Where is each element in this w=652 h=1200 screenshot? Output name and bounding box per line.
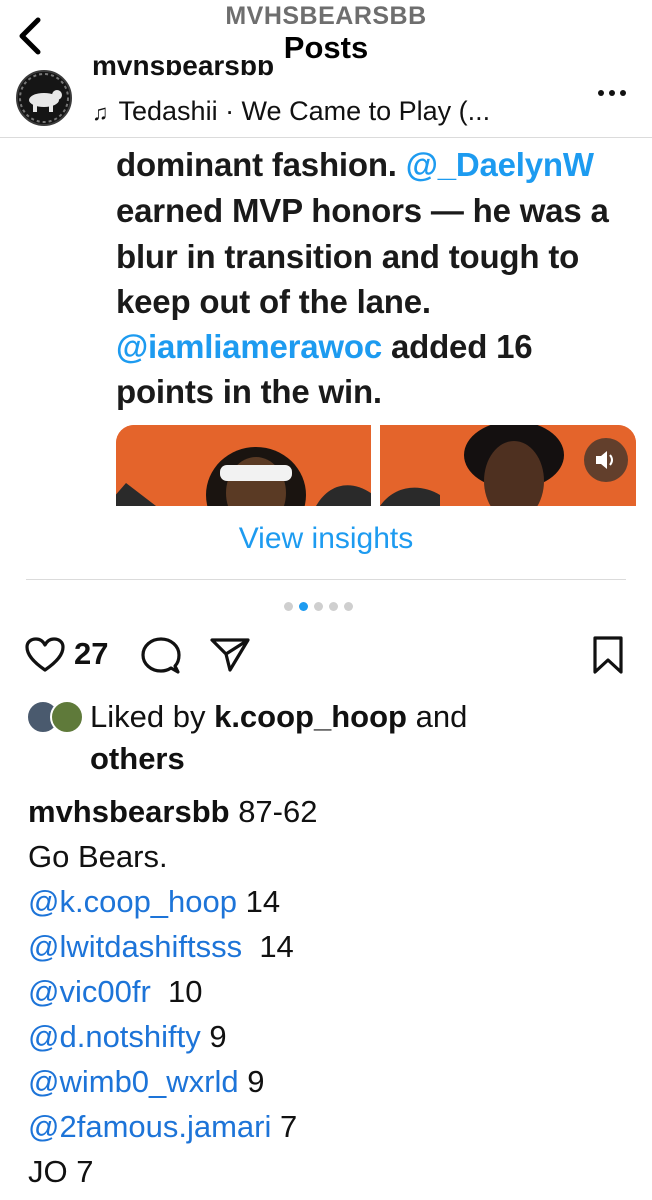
tweet-text-line: points in the win. (116, 373, 382, 411)
tweet-mention: @iamliamerawoc (116, 328, 383, 365)
caption-mention-link[interactable]: @d.notshifty (28, 1019, 201, 1054)
caption-points: 7 (271, 1109, 298, 1144)
tweet-text-segment: points in the win. (116, 373, 382, 410)
post-username[interactable]: mvhsbearsbb (92, 60, 512, 78)
sound-icon (596, 451, 613, 469)
liker-avatars[interactable] (26, 700, 84, 736)
caption-points: 9 (200, 1019, 227, 1054)
account-name-header: MVHSBEARSBB (225, 2, 427, 30)
caption-mention-link[interactable]: @vic00fr (28, 974, 151, 1009)
caption-credit-line: @2famous.jamari 7 (28, 1109, 297, 1145)
post-header: mvhsbearsbb ♫ Tedashii · We Came to Play … (0, 60, 652, 138)
audio-track-label: Tedashii · We Came to Play (... (118, 96, 491, 126)
comment-icon (141, 637, 181, 674)
liked-by-and: and (406, 699, 468, 734)
carousel-dot (284, 602, 293, 611)
caption-last-line: JO 7 (28, 1154, 94, 1189)
tweet-text-segment: added 16 (382, 328, 533, 365)
insights-divider (26, 579, 626, 580)
caption-score: 87-62 (229, 794, 318, 829)
carousel-dot (329, 602, 338, 611)
caption-credit-line: @vic00fr 10 (28, 974, 203, 1010)
bear-logo-icon (18, 72, 70, 124)
caption-mention-link[interactable]: @k.coop_hoop (28, 884, 237, 919)
caption-mention-link[interactable]: @wimb0_wxrld (28, 1064, 239, 1099)
tweet-text-segment: blur in transition and tough to (116, 238, 580, 275)
tweet-text-segment: earned MVP honors — he was a (116, 192, 609, 229)
music-note-icon: ♫ (92, 100, 109, 125)
caption-credit-line: @d.notshifty 9 (28, 1019, 227, 1055)
caption-points: 14 (237, 884, 281, 919)
carousel-dot (314, 602, 323, 611)
caption-credit-line: @lwitdashiftsss 14 (28, 929, 294, 965)
tweet-mention: @_DaelynW (405, 146, 594, 183)
liked-by-others[interactable]: others (90, 741, 185, 777)
carousel-dot (344, 602, 353, 611)
caption-line-2: Go Bears. (28, 839, 168, 874)
caption-credit-line: @k.coop_hoop 14 (28, 884, 280, 920)
carousel-pagination (284, 601, 374, 613)
tweet-text-line: @iamliamerawoc added 16 (116, 328, 533, 366)
caption-mention-link[interactable]: @2famous.jamari (28, 1109, 271, 1144)
save-button[interactable] (590, 634, 626, 676)
like-count[interactable]: 27 (74, 636, 108, 672)
tweet-text-segment: dominant fashion. (116, 146, 406, 183)
view-insights-link[interactable]: View insights (0, 522, 652, 556)
liked-by-text: Liked by k.coop_hoop and (90, 699, 467, 735)
player-photo (116, 425, 371, 506)
heart-icon (25, 637, 65, 672)
more-options-button[interactable] (592, 78, 632, 108)
liked-by-user[interactable]: k.coop_hoop (214, 699, 407, 734)
carousel-dot-active (299, 602, 308, 611)
caption-mention-link[interactable]: @lwitdashiftsss (28, 929, 242, 964)
tweet-text-segment: keep out of the lane. (116, 283, 431, 320)
caption-points: 10 (150, 974, 203, 1009)
caption-points: 9 (238, 1064, 265, 1099)
caption-username[interactable]: mvhsbearsbb (28, 794, 230, 829)
post-username-text: mvhsbearsbb (92, 60, 275, 78)
tweet-text-line: keep out of the lane. (116, 283, 431, 321)
liker-avatar (50, 700, 84, 734)
bookmark-icon (593, 636, 623, 674)
tweet-photo-player-1 (116, 425, 371, 506)
more-icon (598, 90, 626, 96)
tweet-text-line: dominant fashion. @_DaelynW (116, 146, 594, 184)
share-button[interactable] (208, 634, 252, 674)
liked-by-prefix: Liked by (90, 699, 215, 734)
sound-toggle-button[interactable] (584, 438, 628, 482)
tweet-text-line: blur in transition and tough to (116, 238, 579, 276)
comment-button[interactable] (140, 636, 182, 676)
avatar[interactable] (16, 70, 72, 126)
caption-credit-line: @wimb0_wxrld 9 (28, 1064, 265, 1100)
share-icon (210, 638, 250, 672)
caption-line-1: mvhsbearsbb 87-62 (28, 794, 317, 830)
tweet-text-line: earned MVP honors — he was a (116, 192, 609, 230)
post-media-carousel[interactable]: dominant fashion. @_DaelynWearned MVP ho… (0, 138, 652, 506)
audio-track[interactable]: ♫ Tedashii · We Came to Play (... (92, 96, 572, 127)
caption-points: 14 (242, 929, 294, 964)
like-button[interactable] (24, 636, 66, 674)
